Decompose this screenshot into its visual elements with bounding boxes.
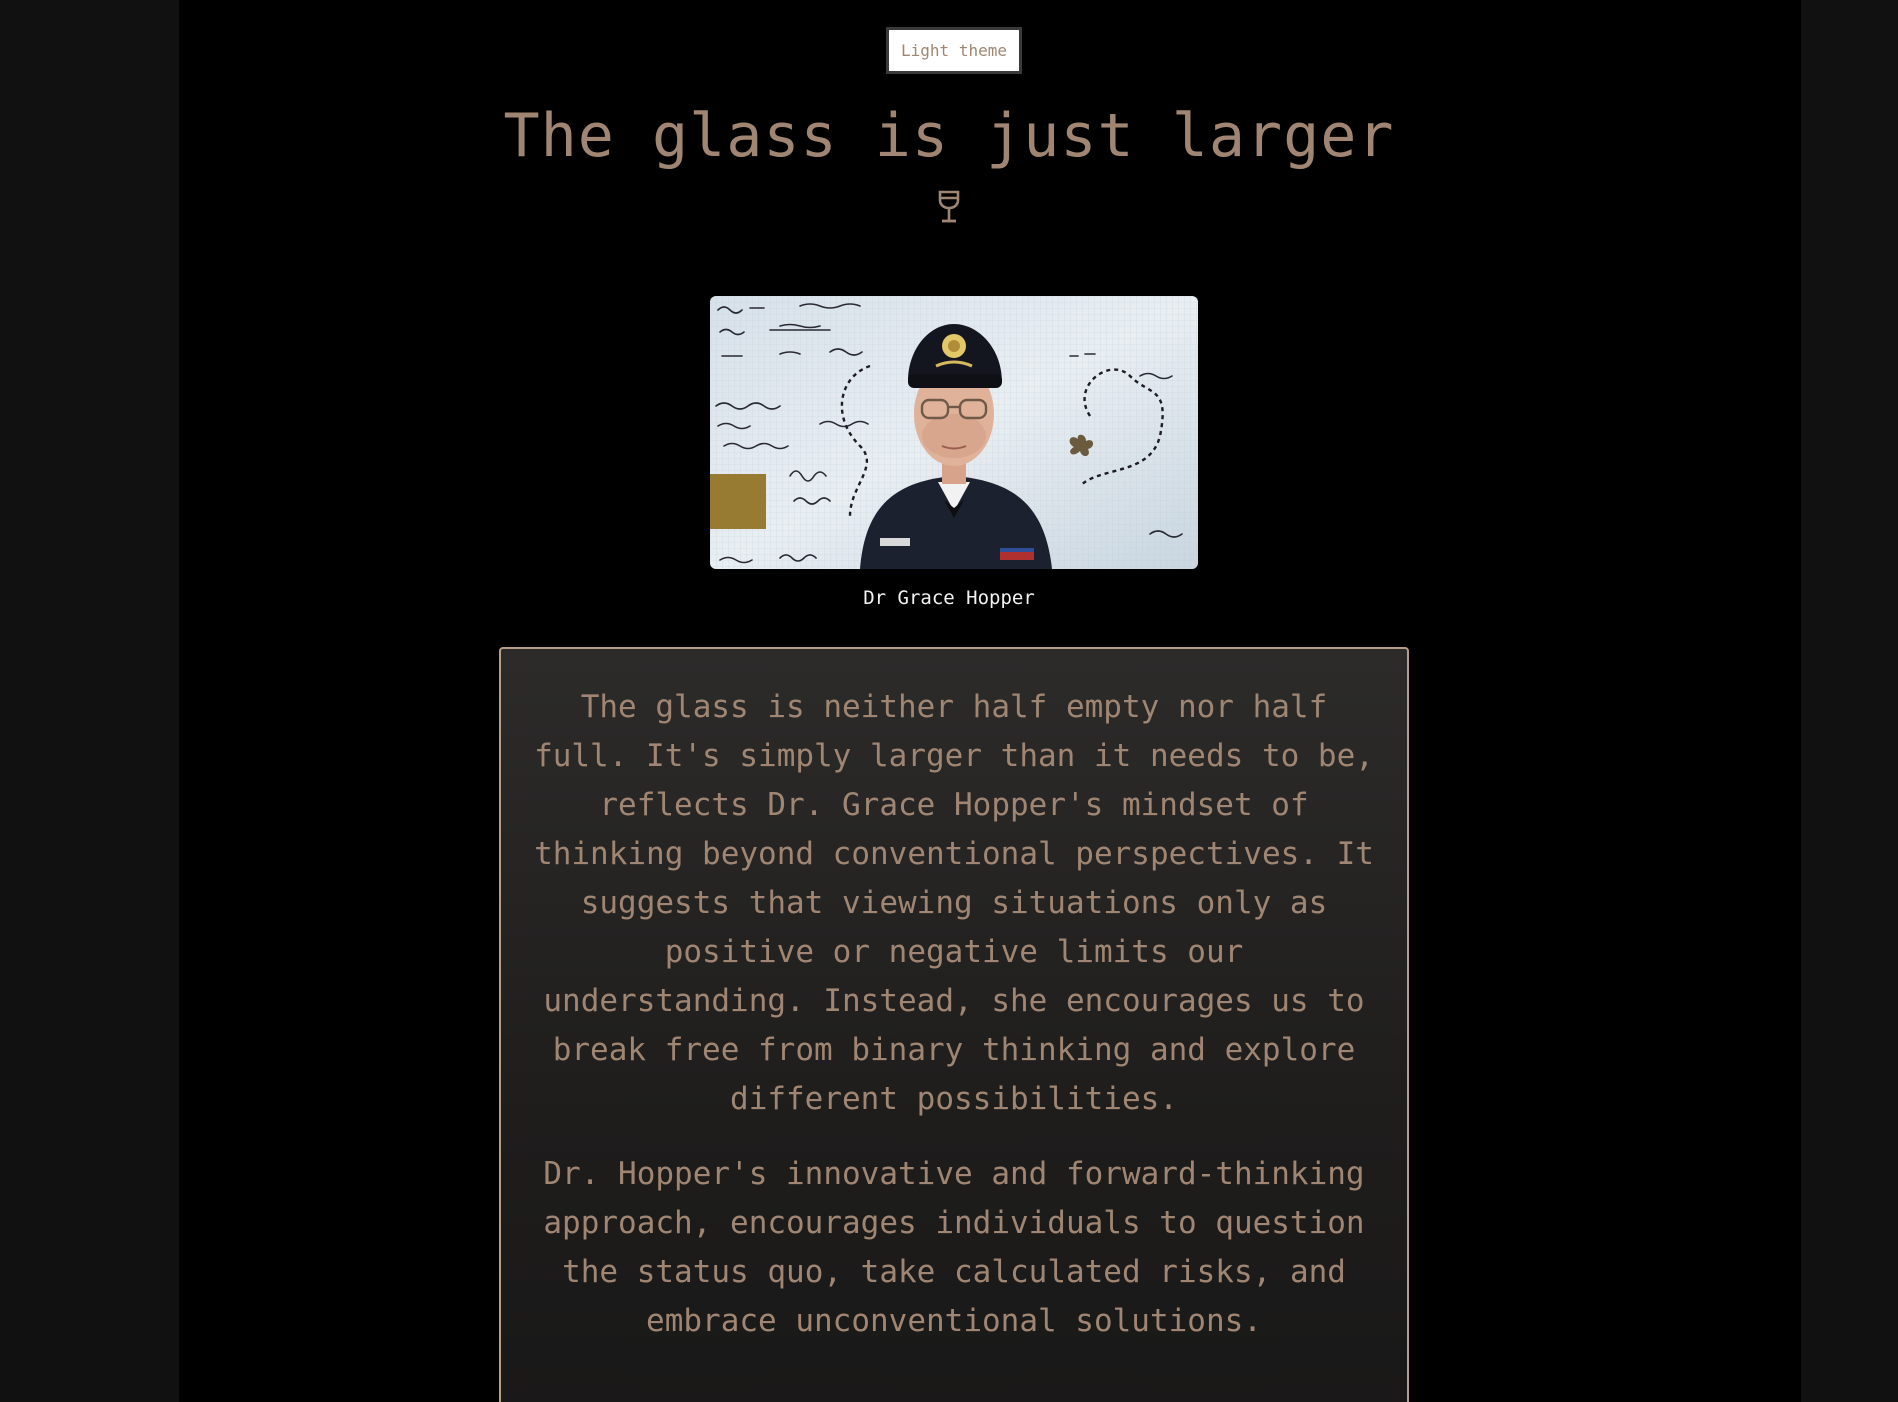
page-title: The glass is just larger — [503, 101, 1395, 171]
portrait-caption: Dr Grace Hopper — [863, 587, 1035, 609]
grace-hopper-portrait — [710, 296, 1198, 569]
page-container: Light theme The glass is just larger Dr … — [179, 0, 1801, 1402]
theme-toggle-button[interactable]: Light theme — [886, 27, 1022, 74]
wine-glass-icon — [938, 190, 960, 223]
quote-paragraph-2: Dr. Hopper's innovative and forward-thin… — [543, 1156, 1365, 1339]
quote-card: The glass is neither half empty nor half… — [499, 647, 1409, 1402]
quote-paragraph-1: The glass is neither half empty nor half… — [534, 689, 1374, 1117]
